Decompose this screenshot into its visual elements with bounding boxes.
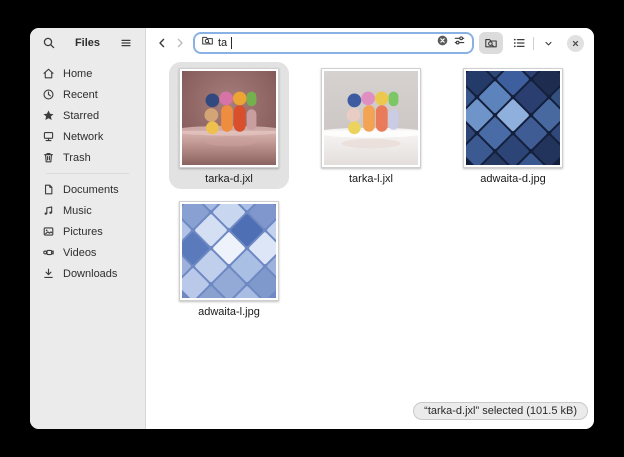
- sidebar-item-label: Pictures: [63, 226, 103, 238]
- sidebar-places-list: Home Recent Starred: [30, 58, 145, 284]
- status-badge: “tarka-d.jxl” selected (101.5 kB): [413, 402, 588, 420]
- folder-search-icon: [484, 36, 498, 50]
- sidebar-item-label: Trash: [63, 152, 91, 164]
- sidebar: Files Home: [30, 28, 146, 429]
- thumbnail-adwaita-dark: [463, 68, 563, 168]
- window-title: Files: [75, 37, 100, 49]
- network-icon: [41, 130, 55, 144]
- sidebar-item-documents[interactable]: Documents: [36, 179, 139, 200]
- file-name: tarka-l.jxl: [349, 173, 393, 185]
- thumbnail-tarka-dark: [179, 68, 279, 168]
- search-filters-icon[interactable]: [453, 34, 466, 52]
- sidebar-item-videos[interactable]: Videos: [36, 242, 139, 263]
- chevron-right-icon: [173, 36, 187, 50]
- folder-search-icon: [201, 34, 214, 52]
- sidebar-item-trash[interactable]: Trash: [36, 147, 139, 168]
- search-toggle-button[interactable]: [479, 32, 503, 54]
- sidebar-item-label: Home: [63, 68, 92, 80]
- file-grid: tarka-d.jxl: [146, 58, 594, 429]
- sidebar-item-label: Videos: [63, 247, 96, 259]
- back-button[interactable]: [153, 34, 171, 52]
- clear-text-icon[interactable]: [436, 34, 449, 52]
- download-icon: [41, 267, 55, 281]
- list-view-icon: [512, 36, 526, 50]
- thumbnail-tarka-light: [321, 68, 421, 168]
- file-item-adwaita-d[interactable]: adwaita-d.jpg: [442, 62, 584, 195]
- sidebar-item-label: Music: [63, 205, 92, 217]
- document-icon: [41, 183, 55, 197]
- sidebar-item-starred[interactable]: Starred: [36, 105, 139, 126]
- file-name: tarka-d.jxl: [205, 173, 253, 185]
- sidebar-separator: [46, 173, 129, 174]
- file-item-adwaita-l[interactable]: adwaita-l.jpg: [158, 195, 300, 328]
- sidebar-item-label: Documents: [63, 184, 119, 196]
- main-menu-button[interactable]: [116, 33, 136, 53]
- video-camera-icon: [41, 246, 55, 260]
- main-pane: ta: [146, 28, 594, 429]
- close-window-button[interactable]: [567, 35, 584, 52]
- search-query-text: ta: [218, 37, 227, 49]
- chevron-left-icon: [155, 36, 169, 50]
- close-icon: [570, 38, 581, 49]
- search-icon: [42, 36, 56, 50]
- picture-icon: [41, 225, 55, 239]
- button-separator: [533, 37, 534, 50]
- chevron-down-icon: [543, 38, 554, 49]
- hamburger-menu-icon: [119, 36, 133, 50]
- text-caret: [231, 37, 232, 49]
- forward-button[interactable]: [171, 34, 189, 52]
- recent-clock-icon: [41, 88, 55, 102]
- sidebar-item-label: Recent: [63, 89, 98, 101]
- sidebar-item-label: Network: [63, 131, 103, 143]
- file-item-tarka-d[interactable]: tarka-d.jxl: [158, 62, 300, 195]
- trash-icon: [41, 151, 55, 165]
- file-item-tarka-l[interactable]: tarka-l.jxl: [300, 62, 442, 195]
- sidebar-header: Files: [30, 28, 145, 58]
- file-name: adwaita-d.jpg: [480, 173, 545, 185]
- sidebar-item-pictures[interactable]: Pictures: [36, 221, 139, 242]
- thumbnail-adwaita-light: [179, 201, 279, 301]
- sidebar-item-downloads[interactable]: Downloads: [36, 263, 139, 284]
- star-icon: [41, 109, 55, 123]
- list-view-button[interactable]: [509, 33, 529, 53]
- home-icon: [41, 67, 55, 81]
- sidebar-item-network[interactable]: Network: [36, 126, 139, 147]
- header-toolbar: ta: [146, 28, 594, 58]
- sidebar-item-label: Starred: [63, 110, 99, 122]
- sidebar-item-label: Downloads: [63, 268, 117, 280]
- search-input[interactable]: ta: [195, 34, 472, 52]
- view-menu-button[interactable]: [538, 33, 558, 53]
- search-button[interactable]: [39, 33, 59, 53]
- sidebar-item-recent[interactable]: Recent: [36, 84, 139, 105]
- sidebar-item-home[interactable]: Home: [36, 63, 139, 84]
- file-name: adwaita-l.jpg: [198, 306, 260, 318]
- files-window: Files Home: [30, 28, 594, 429]
- music-note-icon: [41, 204, 55, 218]
- sidebar-item-music[interactable]: Music: [36, 200, 139, 221]
- view-options-group: [509, 33, 558, 53]
